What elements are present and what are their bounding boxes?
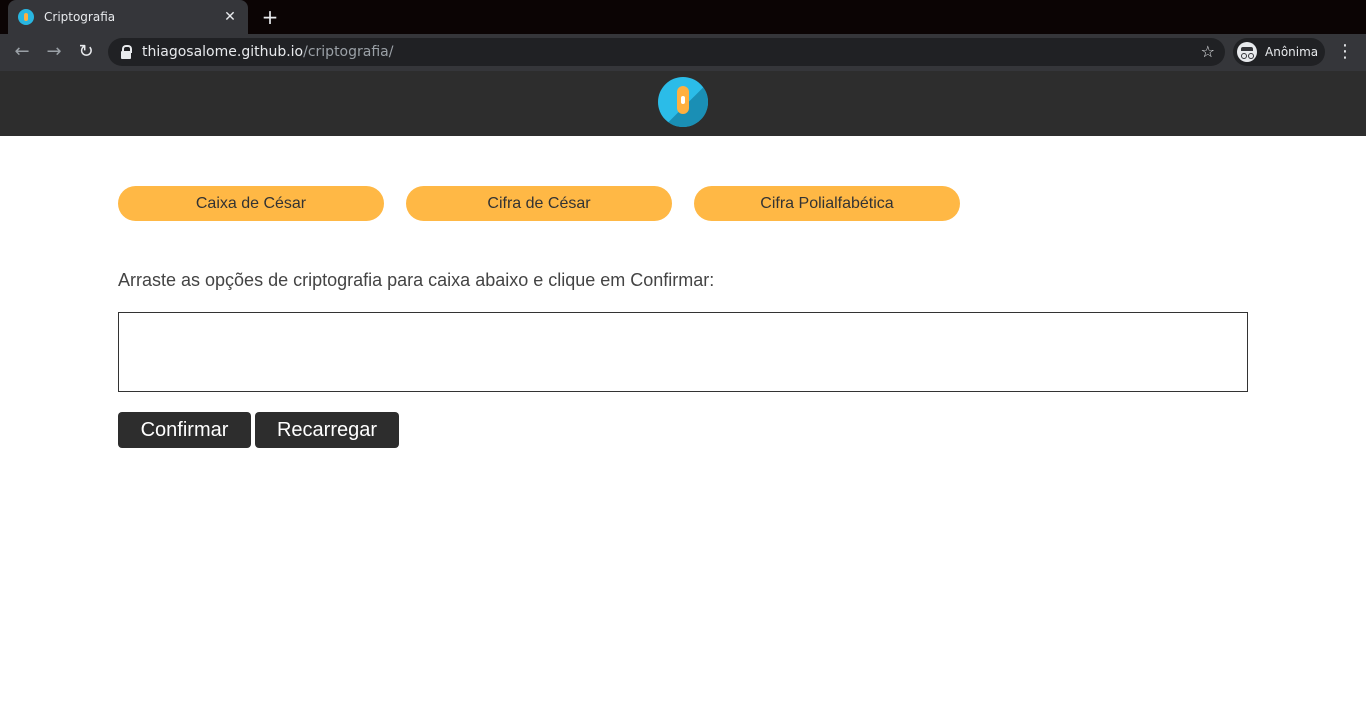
tab-title: Criptografia: [44, 10, 116, 24]
drop-zone[interactable]: [118, 312, 1248, 392]
incognito-profile-button[interactable]: Anônima: [1233, 38, 1325, 66]
address-bar[interactable]: thiagosalome.github.io/criptografia/ ☆: [108, 38, 1225, 66]
site-header: [0, 71, 1366, 136]
back-arrow-icon[interactable]: ←: [10, 40, 34, 64]
option-caixa-de-cesar[interactable]: Caixa de César: [118, 186, 384, 221]
browser-tabstrip: Criptografia ✕ +: [0, 0, 1366, 34]
new-tab-button[interactable]: +: [259, 6, 281, 28]
incognito-icon: [1237, 42, 1257, 62]
action-buttons: Confirmar Recarregar: [118, 412, 399, 448]
reload-button[interactable]: Recarregar: [255, 412, 399, 448]
tab-close-icon[interactable]: ✕: [222, 9, 238, 25]
url-host: thiagosalome.github.io: [142, 44, 304, 60]
profile-label: Anônima: [1265, 45, 1319, 59]
browser-menu-icon[interactable]: ⋮: [1336, 40, 1354, 64]
crypto-options: Caixa de César Cifra de César Cifra Poli…: [118, 186, 960, 221]
confirm-button[interactable]: Confirmar: [118, 412, 251, 448]
site-logo-icon: [658, 77, 708, 127]
option-cifra-polialfabetica[interactable]: Cifra Polialfabética: [694, 186, 960, 221]
bookmark-star-icon[interactable]: ☆: [1201, 42, 1215, 61]
browser-tab[interactable]: Criptografia ✕: [8, 0, 248, 34]
site-favicon-icon: [18, 9, 34, 25]
browser-toolbar: ← → ↻ thiagosalome.github.io/criptografi…: [0, 34, 1366, 71]
reload-icon[interactable]: ↻: [74, 40, 98, 64]
url-path: /criptografia/: [303, 44, 394, 60]
forward-arrow-icon[interactable]: →: [42, 40, 66, 64]
lock-icon[interactable]: [120, 45, 132, 59]
instruction-text: Arraste as opções de criptografia para c…: [118, 270, 715, 290]
option-cifra-de-cesar[interactable]: Cifra de César: [406, 186, 672, 221]
